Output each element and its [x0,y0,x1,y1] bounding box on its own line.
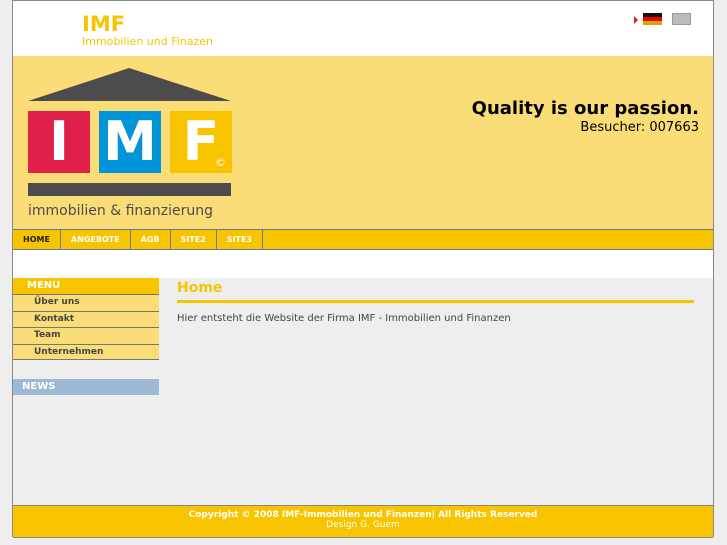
arrow-right-icon [634,16,638,24]
spacer [13,250,713,278]
site-brand[interactable]: IMF [82,12,125,36]
nav-site2[interactable]: SITE2 [171,230,217,249]
sidebar-item-ueber-uns[interactable]: Über uns [13,294,159,311]
design-label: Design [326,520,358,530]
slogan: Quality is our passion. [471,98,699,119]
english-flag-icon[interactable] [672,13,691,25]
footer: Copyright © 2008 IMF-Immobilien und Fina… [13,505,713,538]
german-flag-icon[interactable] [643,13,662,25]
sidebar-item-unternehmen[interactable]: Unternehmen [13,343,159,360]
logo-bar [28,183,231,196]
nav-home[interactable]: HOME [13,230,61,249]
nav-site3[interactable]: SITE3 [217,230,263,249]
logo-text: immobilien & finanzierung [28,203,213,219]
designer-link[interactable]: G. Guem [360,520,400,530]
sidebar: MENU Über uns Kontakt Team Unternehmen [13,278,159,360]
menu-title: MENU [13,278,159,294]
logo-letter-m: M [99,111,161,173]
nav-angebote[interactable]: ANGEBOTE [61,230,131,249]
page: IMF Immobilien und Finazen I M F © immob… [12,0,714,538]
sidebar-item-kontakt[interactable]: Kontakt [13,310,159,327]
nav-agb[interactable]: AGB [131,230,171,249]
main-content: Home Hier entsteht die Website der Firma… [177,278,694,324]
intro-text: Hier entsteht die Website der Firma IMF … [177,313,511,324]
main-nav: HOME ANGEBOTE AGB SITE2 SITE3 [13,229,713,250]
site-subtitle: Immobilien und Finazen [82,35,214,48]
logo-letter-i: I [28,111,90,173]
visitor-counter: Besucher: 007663 [580,120,699,135]
logo-roof [28,68,231,101]
copyright-mark: © [215,156,226,169]
news-title: NEWS [13,379,159,395]
page-title: Home [177,280,694,303]
banner: I M F © immobilien & finanzierung Qualit… [13,56,713,229]
top-header: IMF Immobilien und Finazen [13,1,713,56]
copyright-text: Copyright © 2008 IMF-Immobilien und Fina… [188,510,538,520]
sidebar-item-team[interactable]: Team [13,327,159,344]
